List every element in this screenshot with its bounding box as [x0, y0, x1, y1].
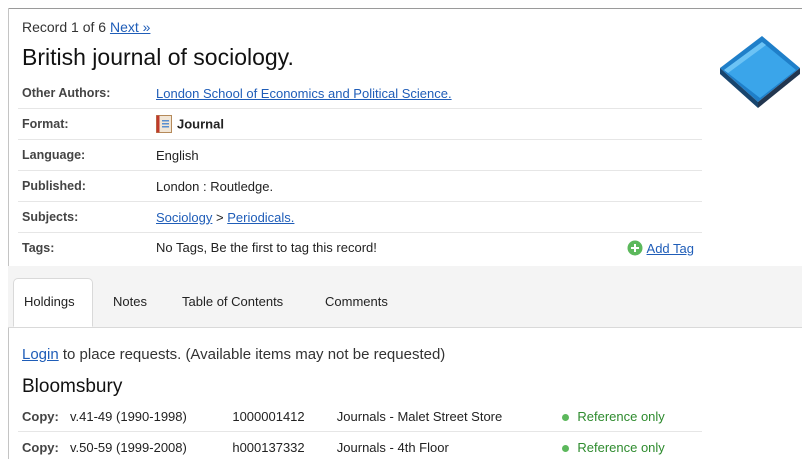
- record-details: Other Authors: London School of Economic…: [18, 78, 702, 263]
- published-value: London : Routledge.: [152, 171, 702, 202]
- copy-status: Reference only: [558, 432, 702, 462]
- tab-notes-label: Notes: [113, 294, 147, 309]
- table-row: Copy: v.50-59 (1999-2008) h000137332 Jou…: [18, 432, 702, 462]
- tags-label: Tags:: [18, 233, 152, 264]
- copy-barcode: 1000001412: [228, 401, 332, 432]
- book-icon: [718, 34, 802, 114]
- tab-holdings-label: Holdings: [24, 294, 75, 309]
- language-value: English: [152, 140, 702, 171]
- subject-link-periodicals[interactable]: Periodicals.: [227, 210, 294, 225]
- copy-status-text: Reference only: [577, 440, 664, 455]
- copy-barcode: h000137332: [228, 432, 332, 462]
- journal-icon: [156, 115, 172, 133]
- status-dot-icon: [562, 445, 569, 452]
- login-link[interactable]: Login: [22, 346, 59, 363]
- frame-border-top: [8, 8, 802, 9]
- add-tag-link[interactable]: Add Tag: [647, 241, 694, 256]
- subjects-label: Subjects:: [18, 202, 152, 233]
- login-notice: Login to place requests. (Available item…: [22, 346, 445, 363]
- add-tag-button[interactable]: Add Tag: [627, 240, 694, 256]
- detail-row-language: Language: English: [18, 140, 702, 171]
- tab-holdings[interactable]: Holdings: [13, 278, 93, 327]
- copy-label: Copy:: [18, 432, 66, 462]
- copy-volumes: v.50-59 (1999-2008): [66, 432, 228, 462]
- tab-table-of-contents-label: Table of Contents: [182, 294, 283, 309]
- record-tabs: Holdings Notes Table of Contents Comment…: [8, 266, 802, 328]
- tab-comments[interactable]: Comments: [325, 294, 388, 309]
- subject-separator: >: [216, 210, 224, 225]
- tags-value: No Tags, Be the first to tag this record…: [156, 240, 377, 255]
- language-label: Language:: [18, 140, 152, 171]
- published-label: Published:: [18, 171, 152, 202]
- record-title: British journal of sociology.: [22, 44, 294, 71]
- record-navigation: Record 1 of 6 Next »: [22, 19, 150, 35]
- frame-border-left: [8, 8, 9, 459]
- tab-table-of-contents[interactable]: Table of Contents: [182, 294, 283, 309]
- detail-row-published: Published: London : Routledge.: [18, 171, 702, 202]
- copy-status: Reference only: [558, 401, 702, 432]
- holdings-table: Copy: v.41-49 (1990-1998) 1000001412 Jou…: [18, 401, 702, 462]
- detail-row-other-authors: Other Authors: London School of Economic…: [18, 78, 702, 109]
- tab-notes[interactable]: Notes: [113, 294, 147, 309]
- detail-row-format: Format: Journal: [18, 109, 702, 140]
- library-name: Bloomsbury: [22, 376, 122, 398]
- status-dot-icon: [562, 414, 569, 421]
- copy-label: Copy:: [18, 401, 66, 432]
- copy-status-text: Reference only: [577, 409, 664, 424]
- login-notice-text: to place requests. (Available items may …: [59, 346, 446, 363]
- detail-row-subjects: Subjects: Sociology > Periodicals.: [18, 202, 702, 233]
- format-value: Journal: [177, 117, 224, 132]
- detail-row-tags: Tags: No Tags, Be the first to tag this …: [18, 233, 702, 264]
- record-position: Record 1 of 6: [22, 19, 106, 35]
- tab-comments-label: Comments: [325, 294, 388, 309]
- subject-link-sociology[interactable]: Sociology: [156, 210, 212, 225]
- copy-location: Journals - 4th Floor: [333, 432, 559, 462]
- table-row: Copy: v.41-49 (1990-1998) 1000001412 Jou…: [18, 401, 702, 432]
- other-authors-link[interactable]: London School of Economics and Political…: [156, 86, 452, 101]
- other-authors-label: Other Authors:: [18, 78, 152, 109]
- next-record-link[interactable]: Next »: [110, 19, 150, 35]
- copy-location: Journals - Malet Street Store: [333, 401, 559, 432]
- copy-volumes: v.41-49 (1990-1998): [66, 401, 228, 432]
- format-label: Format:: [18, 109, 152, 140]
- plus-circle-icon: [627, 240, 643, 256]
